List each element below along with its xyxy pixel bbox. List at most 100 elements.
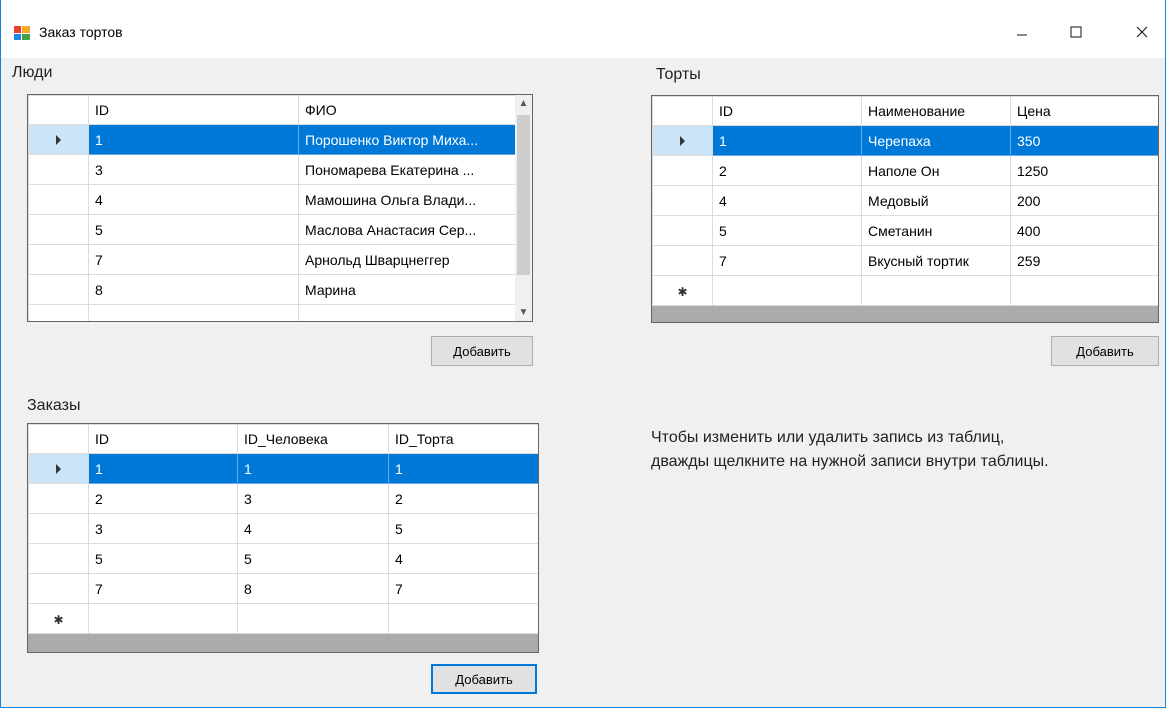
cell-name[interactable]: Пономарева Екатерина ... xyxy=(298,154,517,185)
cakes-col-id[interactable]: ID xyxy=(712,96,862,126)
table-row[interactable]: 2 3 2 xyxy=(28,483,538,514)
close-button[interactable] xyxy=(1119,10,1165,54)
table-row[interactable]: 5 5 4 xyxy=(28,543,538,574)
table-row[interactable]: 1 Черепаха 350 xyxy=(652,125,1158,156)
row-header[interactable] xyxy=(28,244,89,275)
title-bar[interactable]: Заказ тортов xyxy=(1,0,1165,58)
add-person-button[interactable]: Добавить xyxy=(431,336,533,366)
cell-id[interactable]: 3 xyxy=(88,513,238,544)
cell-id[interactable]: 3 xyxy=(88,154,299,185)
table-row[interactable]: 3 Пономарева Екатерина ... xyxy=(28,154,517,185)
row-header[interactable] xyxy=(652,185,713,216)
cell-name[interactable]: Порошенко Виктор Миха... xyxy=(298,124,517,155)
cell-id[interactable]: 1 xyxy=(712,125,862,156)
minimize-button[interactable] xyxy=(999,10,1045,54)
cell-cake[interactable]: 1 xyxy=(388,453,538,484)
cell-name[interactable]: Маслова Анастасия Сер... xyxy=(298,214,517,245)
cell-id[interactable]: 5 xyxy=(88,214,299,245)
orders-grid[interactable]: ID ID_Человека ID_Торта 1 1 1 2 3 2 3 4 … xyxy=(27,423,539,653)
cell-cake[interactable]: 4 xyxy=(388,543,538,574)
cell-name[interactable]: Черепаха xyxy=(861,125,1011,156)
row-header[interactable] xyxy=(28,214,89,245)
cakes-grid[interactable]: ID Наименование Цена 1 Черепаха 350 2 На… xyxy=(651,95,1159,323)
cell-price[interactable]: 259 xyxy=(1010,245,1158,276)
row-header[interactable]: ✱ xyxy=(652,275,713,306)
row-header[interactable] xyxy=(28,124,89,155)
cell-cake[interactable]: 2 xyxy=(388,483,538,514)
scrollbar-thumb[interactable] xyxy=(517,115,530,275)
cell-id[interactable]: 4 xyxy=(88,184,299,215)
people-col-id[interactable]: ID xyxy=(88,95,299,125)
table-row[interactable]: 7 Арнольд Шварцнеггер xyxy=(28,244,517,275)
row-header[interactable] xyxy=(652,245,713,276)
orders-col-id[interactable]: ID xyxy=(88,424,238,454)
cell-price[interactable]: 1250 xyxy=(1010,155,1158,186)
cell-price[interactable]: 400 xyxy=(1010,215,1158,246)
table-row[interactable]: 7 Вкусный тортик 259 xyxy=(652,245,1158,276)
people-scrollbar[interactable]: ▲ ▼ xyxy=(515,95,532,321)
cell-person[interactable]: 8 xyxy=(237,573,389,604)
cell-price[interactable]: 350 xyxy=(1010,125,1158,156)
cell-name[interactable]: Медовый xyxy=(861,185,1011,216)
add-order-button[interactable]: Добавить xyxy=(431,664,537,694)
row-header[interactable] xyxy=(652,125,713,156)
cell-person[interactable]: 4 xyxy=(237,513,389,544)
table-row[interactable]: 4 Мамошина Ольга Влади... xyxy=(28,184,517,215)
add-cake-button[interactable]: Добавить xyxy=(1051,336,1159,366)
row-header[interactable] xyxy=(28,543,89,574)
row-header[interactable] xyxy=(28,304,89,321)
people-grid[interactable]: ID ФИО 1 Порошенко Виктор Миха... 3 Поно… xyxy=(27,94,533,322)
table-row[interactable] xyxy=(28,304,517,321)
table-row[interactable]: 4 Медовый 200 xyxy=(652,185,1158,216)
table-row[interactable]: 2 Наполе Он 1250 xyxy=(652,155,1158,186)
row-header[interactable] xyxy=(28,274,89,305)
table-row[interactable]: 7 8 7 xyxy=(28,573,538,604)
row-header[interactable] xyxy=(652,155,713,186)
scroll-down-icon[interactable]: ▼ xyxy=(515,304,532,321)
cell-id[interactable]: 2 xyxy=(712,155,862,186)
maximize-button[interactable] xyxy=(1053,10,1099,54)
new-table-row[interactable]: ✱ xyxy=(652,275,1158,306)
cell-name[interactable]: Наполе Он xyxy=(861,155,1011,186)
row-header[interactable] xyxy=(652,215,713,246)
cell-cake[interactable]: 7 xyxy=(388,573,538,604)
cell-name[interactable]: Сметанин xyxy=(861,215,1011,246)
row-header[interactable] xyxy=(28,184,89,215)
cakes-col-price[interactable]: Цена xyxy=(1010,96,1158,126)
new-table-row[interactable]: ✱ xyxy=(28,603,538,634)
cell-person[interactable]: 5 xyxy=(237,543,389,574)
cell-id[interactable]: 5 xyxy=(88,543,238,574)
table-row[interactable]: 5 Маслова Анастасия Сер... xyxy=(28,214,517,245)
cell-cake[interactable]: 5 xyxy=(388,513,538,544)
table-row[interactable]: 8 Марина xyxy=(28,274,517,305)
cell-id[interactable]: 7 xyxy=(712,245,862,276)
row-header[interactable] xyxy=(28,154,89,185)
cell-id[interactable]: 7 xyxy=(88,244,299,275)
row-header[interactable] xyxy=(28,453,89,484)
people-col-name[interactable]: ФИО xyxy=(298,95,517,125)
table-row[interactable]: 1 Порошенко Виктор Миха... xyxy=(28,124,517,155)
cell-id[interactable]: 4 xyxy=(712,185,862,216)
row-header[interactable] xyxy=(28,483,89,514)
table-row[interactable]: 1 1 1 xyxy=(28,453,538,484)
cell-id[interactable]: 7 xyxy=(88,573,238,604)
cell-name[interactable]: Марина xyxy=(298,274,517,305)
cell-name[interactable]: Мамошина Ольга Влади... xyxy=(298,184,517,215)
orders-col-person[interactable]: ID_Человека xyxy=(237,424,389,454)
cell-id[interactable]: 1 xyxy=(88,124,299,155)
row-header[interactable] xyxy=(28,573,89,604)
cell-id[interactable]: 5 xyxy=(712,215,862,246)
row-header[interactable]: ✱ xyxy=(28,603,89,634)
cell-person[interactable]: 1 xyxy=(237,453,389,484)
orders-col-cake[interactable]: ID_Торта xyxy=(388,424,538,454)
cell-id[interactable]: 8 xyxy=(88,274,299,305)
cell-id[interactable]: 2 xyxy=(88,483,238,514)
cakes-col-name[interactable]: Наименование xyxy=(861,96,1011,126)
cell-name[interactable]: Вкусный тортик xyxy=(861,245,1011,276)
cell-price[interactable]: 200 xyxy=(1010,185,1158,216)
cell-id[interactable]: 1 xyxy=(88,453,238,484)
table-row[interactable]: 5 Сметанин 400 xyxy=(652,215,1158,246)
scroll-up-icon[interactable]: ▲ xyxy=(515,95,532,112)
cell-person[interactable]: 3 xyxy=(237,483,389,514)
table-row[interactable]: 3 4 5 xyxy=(28,513,538,544)
